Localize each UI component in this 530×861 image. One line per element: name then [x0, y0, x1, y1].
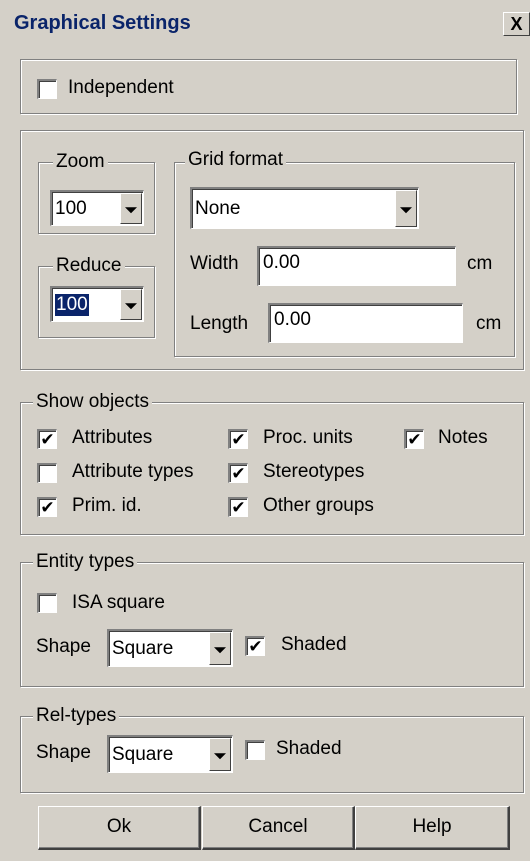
- width-label: Width: [190, 253, 239, 274]
- rel-types-legend: Rel-types: [33, 706, 120, 726]
- length-unit: cm: [476, 313, 502, 334]
- entity-shape-select[interactable]: Square: [107, 629, 233, 667]
- other-groups-checkbox[interactable]: ✔: [228, 497, 248, 517]
- cancel-button[interactable]: Cancel: [202, 806, 355, 850]
- rel-shape-label: Shape: [36, 742, 91, 763]
- isa-square-label: ISA square: [72, 592, 165, 613]
- reduce-select[interactable]: 100: [50, 286, 144, 322]
- notes-label: Notes: [438, 427, 488, 448]
- attributes-label: Attributes: [72, 427, 153, 448]
- chevron-down-icon[interactable]: [120, 289, 142, 320]
- reduce-value: 100: [55, 293, 89, 316]
- grid-format-legend: Grid format: [185, 150, 287, 170]
- entity-types-legend: Entity types: [33, 552, 138, 572]
- zoom-legend: Zoom: [53, 152, 108, 172]
- rel-shaded-label: Shaded: [276, 738, 342, 759]
- rel-shaded-checkbox[interactable]: [245, 740, 265, 760]
- ok-button[interactable]: Ok: [38, 806, 201, 850]
- proc-units-label: Proc. units: [263, 427, 353, 448]
- attributes-checkbox[interactable]: ✔: [37, 429, 57, 449]
- isa-square-checkbox[interactable]: [37, 593, 57, 613]
- proc-units-checkbox[interactable]: ✔: [228, 429, 248, 449]
- reduce-legend: Reduce: [53, 256, 125, 276]
- other-groups-label: Other groups: [263, 495, 374, 516]
- close-button[interactable]: X: [503, 12, 530, 36]
- chevron-down-icon[interactable]: [209, 632, 231, 665]
- length-input[interactable]: 0.00: [268, 303, 463, 343]
- width-input[interactable]: 0.00: [257, 246, 456, 286]
- window-title: Graphical Settings: [14, 12, 191, 34]
- zoom-value: 100: [55, 197, 87, 219]
- independent-checkbox[interactable]: [37, 79, 57, 99]
- help-button[interactable]: Help: [355, 806, 510, 850]
- stereotypes-checkbox[interactable]: ✔: [228, 463, 248, 483]
- zoom-select[interactable]: 100: [50, 190, 144, 226]
- rel-shape-select[interactable]: Square: [107, 735, 233, 773]
- title-bar: Graphical Settings X: [0, 0, 530, 44]
- chevron-down-icon[interactable]: [120, 193, 142, 224]
- chevron-down-icon[interactable]: [395, 190, 417, 227]
- entity-shaded-label: Shaded: [281, 634, 347, 655]
- entity-shaded-checkbox[interactable]: ✔: [245, 636, 265, 656]
- rel-types-group: [20, 716, 524, 793]
- notes-checkbox[interactable]: ✔: [404, 429, 424, 449]
- grid-format-select[interactable]: None: [190, 187, 419, 229]
- prim-id-label: Prim. id.: [72, 495, 142, 516]
- length-label: Length: [190, 313, 249, 334]
- width-unit: cm: [467, 253, 493, 274]
- rel-shape-value: Square: [112, 743, 174, 765]
- show-objects-legend: Show objects: [33, 392, 153, 412]
- prim-id-checkbox[interactable]: ✔: [37, 497, 57, 517]
- entity-types-group: [20, 562, 524, 687]
- independent-label: Independent: [68, 77, 174, 98]
- stereotypes-label: Stereotypes: [263, 461, 365, 482]
- grid-format-value: None: [195, 197, 241, 219]
- chevron-down-icon[interactable]: [209, 738, 231, 771]
- entity-shape-value: Square: [112, 637, 174, 659]
- attribute-types-label: Attribute types: [72, 461, 194, 482]
- entity-shape-label: Shape: [36, 636, 91, 657]
- attribute-types-checkbox[interactable]: [37, 463, 57, 483]
